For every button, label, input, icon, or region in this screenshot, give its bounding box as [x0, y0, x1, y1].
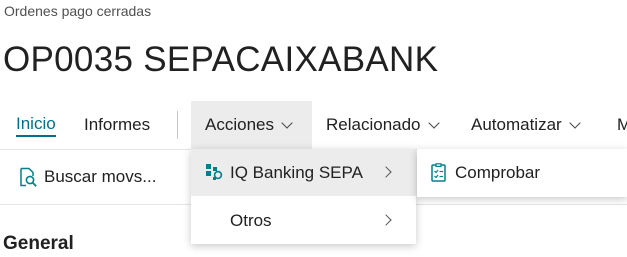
- tab-inicio[interactable]: Inicio: [16, 101, 56, 149]
- tab-informes-label: Informes: [84, 115, 151, 134]
- chevron-down-icon: [569, 116, 581, 129]
- chevron-right-icon: [380, 166, 392, 178]
- tab-relacionado-label: Relacionado: [326, 115, 421, 134]
- tab-acciones[interactable]: Acciones: [191, 101, 312, 149]
- buscar-movs-label: Buscar movs...: [44, 167, 157, 186]
- action-bar-separator: [177, 111, 178, 139]
- menu-item-label: IQ Banking SEPA: [230, 162, 363, 182]
- tab-relacionado[interactable]: Relacionado: [326, 101, 440, 149]
- tab-more[interactable]: M: [617, 101, 627, 149]
- menu-item-otros[interactable]: Otros: [191, 197, 416, 244]
- iq-banking-submenu: Comprobar: [417, 149, 627, 197]
- checklist-icon: [431, 163, 447, 188]
- acciones-dropdown-menu: IQ Banking SEPA Otros: [191, 149, 416, 244]
- banking-icon: [205, 163, 223, 186]
- menu-item-iq-banking-sepa[interactable]: IQ Banking SEPA: [191, 149, 416, 196]
- search-document-icon: [20, 167, 37, 187]
- chevron-down-icon: [281, 116, 293, 129]
- tab-automatizar[interactable]: Automatizar: [471, 101, 581, 149]
- tab-more-label: M: [617, 115, 627, 134]
- chevron-down-icon: [427, 116, 440, 129]
- tab-inicio-label: Inicio: [16, 114, 56, 137]
- buscar-movs-button[interactable]: Buscar movs...: [18, 163, 156, 191]
- menu-item-label: Comprobar: [455, 163, 541, 182]
- breadcrumb[interactable]: Ordenes pago cerradas: [4, 3, 151, 19]
- menu-item-label: Otros: [230, 210, 272, 230]
- page-title: OP0035 SEPACAIXABANK: [3, 40, 439, 79]
- action-bar: Inicio Informes Acciones Relacionado Aut…: [0, 101, 627, 149]
- chevron-right-icon: [380, 214, 392, 226]
- tab-automatizar-label: Automatizar: [471, 115, 562, 134]
- tab-acciones-label: Acciones: [205, 115, 274, 134]
- menu-item-comprobar[interactable]: Comprobar: [417, 149, 627, 197]
- section-title-general[interactable]: General: [3, 233, 74, 255]
- tab-informes[interactable]: Informes: [84, 101, 150, 149]
